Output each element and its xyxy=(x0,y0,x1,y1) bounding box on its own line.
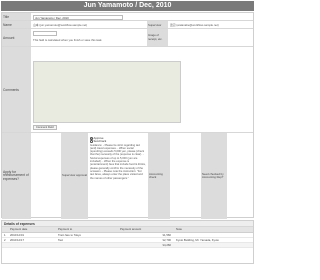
title-input[interactable]: Jun Yamamoto / Dec, 2010 xyxy=(33,14,123,20)
details-panel: Details of expenses Payment date Payment… xyxy=(1,220,254,264)
accounting-check-label: Accounting check xyxy=(148,133,170,219)
send-back-radio[interactable] xyxy=(90,140,93,143)
supervisor-approval-label: Supervisor approval xyxy=(61,133,88,219)
comments-textarea[interactable] xyxy=(33,61,181,123)
total-spacer xyxy=(8,242,56,248)
apply-label: Apply for reimbursement of expenses? xyxy=(2,133,31,219)
details-table: Payment date Payment to Payment amount N… xyxy=(2,227,253,248)
supervisor-label: Supervisor xyxy=(147,21,168,28)
apply-row: Apply for reimbursement of expenses? Sup… xyxy=(2,133,253,219)
amount-row: Amount This field is calculated when you… xyxy=(2,29,253,47)
supervisor-value: 渡辺 (watanabe@workflow-sample.net) xyxy=(170,23,219,27)
total-spacer xyxy=(174,242,253,248)
comments-field-button[interactable]: Comment Field xyxy=(33,125,57,130)
name-row: Name 山本 (jun.yamamoto@workflow-sample.ne… xyxy=(2,21,253,29)
apply-options: Approve Send back Guidance: - Please be … xyxy=(90,137,146,180)
send-back-label: Send back xyxy=(93,140,107,144)
page-title: Jun Yamamoto / Dec, 2010 xyxy=(1,1,254,11)
name-value: 山本 (jun.yamamoto@workflow-sample.net) xyxy=(33,23,88,27)
expense-form: Title Jun Yamamoto / Dec, 2010 Name 山本 (… xyxy=(1,12,254,219)
title-label: Title xyxy=(2,13,31,20)
approve-radio[interactable] xyxy=(90,137,93,140)
title-row: Title Jun Yamamoto / Dec, 2010 xyxy=(2,13,253,21)
name-label: Name xyxy=(2,21,31,28)
comments-row: Comments Comment Field xyxy=(2,47,253,133)
total-amount: ¥4,260 xyxy=(118,242,174,248)
amount-input[interactable] xyxy=(33,31,57,36)
total-spacer xyxy=(56,242,118,248)
amount-note: This field is calculated when you finish… xyxy=(33,38,103,42)
total-row: ¥4,260 xyxy=(2,242,253,248)
amount-label: Amount xyxy=(2,29,31,46)
receipt-image-label: Image of receipt, etc. xyxy=(147,29,168,46)
comments-label: Comments xyxy=(2,47,31,132)
guidance-text: Guidance: - Please be strict regarding t… xyxy=(90,143,146,180)
paid-label: Need checked by Accounting Rep? xyxy=(201,133,227,219)
